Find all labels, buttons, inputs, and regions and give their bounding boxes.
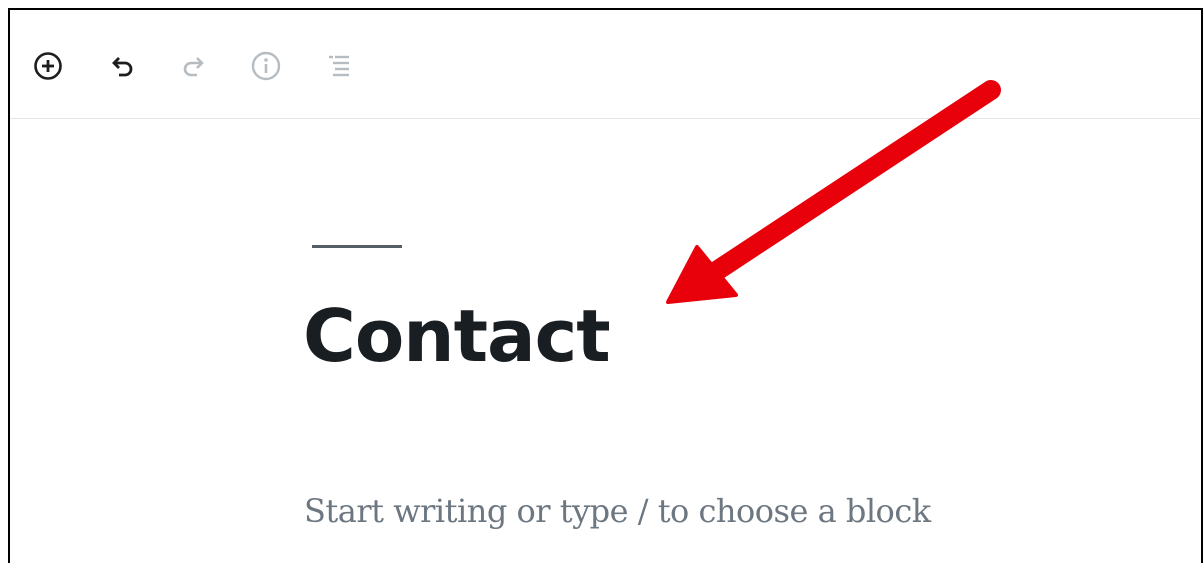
block-placeholder[interactable]: Start writing or type / to choose a bloc… — [304, 489, 931, 533]
undo-button[interactable] — [104, 48, 140, 84]
editor-toolbar — [10, 10, 1201, 119]
redo-button[interactable] — [176, 48, 212, 84]
list-outline-icon — [329, 55, 349, 77]
undo-icon — [112, 57, 133, 77]
info-button[interactable] — [248, 48, 284, 84]
editor-canvas: Contact Start writing or type / to choos… — [10, 119, 1201, 563]
outline-button[interactable] — [321, 48, 357, 84]
add-block-button[interactable] — [30, 48, 66, 84]
redo-icon — [183, 57, 204, 77]
plus-circle-icon — [34, 52, 62, 80]
info-icon — [251, 51, 281, 81]
post-title[interactable]: Contact — [303, 291, 611, 381]
editor-window: Contact Start writing or type / to choos… — [8, 8, 1203, 563]
title-separator — [312, 245, 402, 248]
